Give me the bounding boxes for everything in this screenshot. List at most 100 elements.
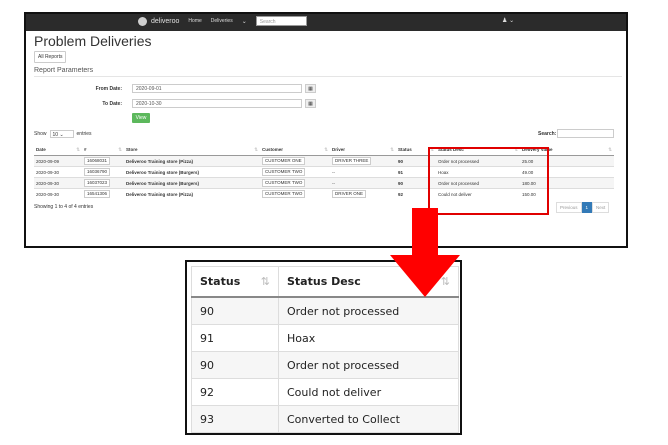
table-row: 91 Hoax — [191, 324, 459, 352]
zoom-cell-status: 91 — [191, 324, 279, 352]
from-date-label: From Date: — [95, 86, 122, 92]
zoom-cell-status: 93 — [191, 405, 279, 433]
page-length-control: Show 10 ⌄ entries — [34, 130, 92, 138]
customer-link[interactable]: CUSTOMER TWO — [262, 190, 306, 198]
cell-driver: -- — [330, 166, 396, 178]
pagination: Previous 1 Next — [556, 202, 610, 213]
pager-next[interactable]: Next — [592, 202, 610, 213]
cell-customer: CUSTOMER TWO — [260, 188, 330, 199]
pager-page-1[interactable]: 1 — [581, 202, 593, 213]
cell-number: 16541306 — [82, 188, 124, 199]
cell-driver: -- — [330, 177, 396, 189]
table-row: 93 Converted to Collect — [191, 405, 459, 433]
sort-icon: ⇅ — [254, 146, 258, 152]
zoom-cell-status-desc: Converted to Collect — [278, 405, 459, 433]
sort-icon: ⇅ — [76, 146, 80, 152]
brand-name: deliveroo — [151, 17, 180, 25]
order-number-link[interactable]: 16541306 — [84, 190, 111, 198]
order-number-link[interactable]: 16068031 — [84, 157, 111, 165]
cell-date: 2020-09-09 — [34, 155, 82, 167]
arrow-shaft — [412, 208, 438, 256]
col-header-driver[interactable]: Driver ⇅ — [330, 144, 396, 156]
nav-link-deliveries[interactable]: Deliveries — [211, 18, 233, 24]
section-title: Report Parameters — [34, 67, 94, 74]
cell-store: Deliveroo Training store (Burgers) — [124, 177, 260, 189]
to-date-label: To Date: — [102, 101, 122, 107]
view-button[interactable]: View — [132, 113, 150, 123]
page-length-value: 10 — [52, 132, 59, 138]
header-label: Customer — [262, 146, 284, 152]
chevron-down-icon: ⌄ — [509, 18, 515, 24]
col-header-store[interactable]: Store ⇅ — [124, 144, 260, 156]
cell-driver: DRIVER ONE — [330, 188, 396, 199]
cell-number: 16037023 — [82, 177, 124, 189]
sort-icon: ⇅ — [608, 146, 612, 152]
table-row: 90 Order not processed — [191, 296, 459, 325]
user-icon: ♟ — [502, 18, 508, 24]
table-row: 92 Could not deliver — [191, 378, 459, 406]
header-label: Status — [398, 146, 412, 152]
zoom-cell-status-desc: Could not deliver — [278, 378, 459, 406]
all-reports-button[interactable]: All Reports — [34, 51, 67, 63]
cell-number: 16036790 — [82, 166, 124, 178]
cell-store: Deliveroo Training store (Pizza) — [124, 155, 260, 167]
status-columns-highlight — [428, 147, 549, 215]
page-length-select[interactable]: 10 ⌄ — [49, 130, 74, 138]
cell-customer: CUSTOMER TWO — [260, 166, 330, 178]
zoom-cell-status: 90 — [191, 296, 279, 325]
cell-customer: CUSTOMER TWO — [260, 177, 330, 189]
order-number-link[interactable]: 16037023 — [84, 179, 111, 187]
col-header-date[interactable]: Date ⇅ — [34, 144, 82, 156]
header-label: Driver — [332, 146, 346, 152]
top-navbar: deliveroo Home Deliveries ⌄ Search ♟ ⌄ — [26, 14, 626, 31]
user-menu[interactable]: ♟ ⌄ — [502, 17, 514, 24]
cell-customer: CUSTOMER ONE — [260, 155, 330, 167]
zoom-cell-status: 90 — [191, 351, 279, 379]
table-row: 90 Order not processed — [191, 351, 459, 379]
sort-icon: ⇅ — [324, 146, 328, 152]
customer-link[interactable]: CUSTOMER ONE — [262, 157, 305, 165]
brand-logo[interactable]: deliveroo — [138, 16, 180, 26]
header-label: Status Desc — [287, 275, 361, 288]
sort-icon: ⇅ — [260, 275, 270, 288]
table-info: Showing 1 to 4 of 4 entries — [34, 204, 94, 210]
customer-link[interactable]: CUSTOMER TWO — [262, 179, 306, 187]
driver-link[interactable]: DRIVER ONE — [332, 190, 367, 198]
search-label: Search: — [538, 131, 557, 137]
deliveroo-logo-icon — [138, 16, 147, 26]
header-label: Store — [126, 146, 138, 152]
calendar-icon[interactable]: ▦ — [305, 84, 316, 93]
zoom-cell-status-desc: Hoax — [278, 324, 459, 352]
entries-label: entries — [76, 131, 92, 137]
show-label: Show — [34, 131, 47, 137]
zoom-header-status[interactable]: Status ⇅ — [191, 266, 279, 298]
cell-driver: DRIVER THREE — [330, 155, 396, 167]
col-header-customer[interactable]: Customer ⇅ — [260, 144, 330, 156]
sort-icon: ⇅ — [118, 146, 122, 152]
section-divider — [34, 76, 622, 77]
cell-store: Deliveroo Training store (Pizza) — [124, 188, 260, 199]
arrow-down-icon — [390, 255, 460, 297]
nav-search-input[interactable]: Search — [255, 16, 307, 26]
cell-date: 2020-09-30 — [34, 166, 82, 178]
cell-number: 16068031 — [82, 155, 124, 167]
from-date-input[interactable]: 2020-09-01 — [132, 84, 302, 93]
driver-link[interactable]: DRIVER THREE — [332, 157, 372, 165]
col-header-number[interactable]: # ⇅ — [82, 144, 124, 156]
chevron-down-icon[interactable]: ⌄ — [242, 18, 247, 25]
page-title: Problem Deliveries — [34, 33, 152, 49]
pager-previous[interactable]: Previous — [556, 202, 582, 213]
report-screenshot: deliveroo Home Deliveries ⌄ Search ♟ ⌄ P… — [24, 12, 628, 248]
zoom-cell-status-desc: Order not processed — [278, 296, 459, 325]
calendar-icon[interactable]: ▦ — [305, 99, 316, 108]
header-label: Date — [36, 146, 46, 152]
order-number-link[interactable]: 16036790 — [84, 168, 111, 176]
table-search-input[interactable] — [557, 129, 614, 138]
cell-date: 2020-09-30 — [34, 188, 82, 199]
header-label: Status — [200, 275, 241, 288]
to-date-input[interactable]: 2020-10-30 — [132, 99, 302, 108]
customer-link[interactable]: CUSTOMER TWO — [262, 168, 306, 176]
zoom-cell-status-desc: Order not processed — [278, 351, 459, 379]
nav-link-home[interactable]: Home — [188, 18, 201, 24]
cell-date: 2020-09-30 — [34, 177, 82, 189]
